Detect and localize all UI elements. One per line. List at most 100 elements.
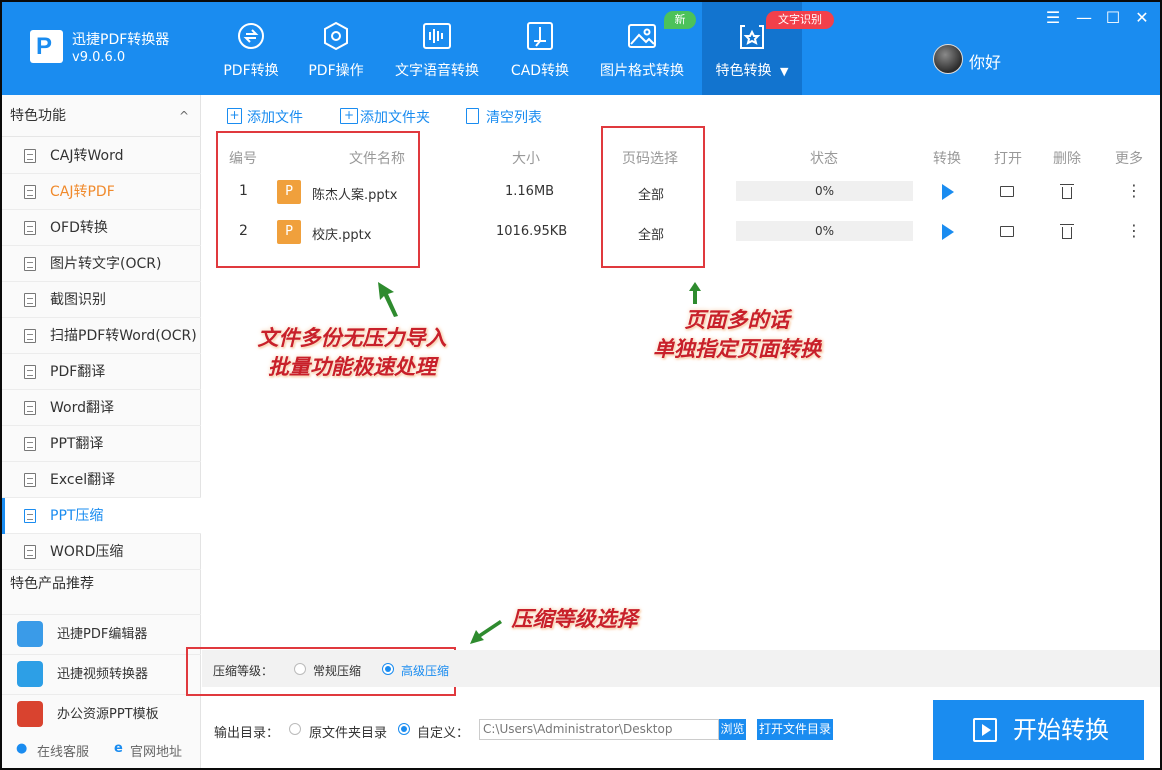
normal-compress-label[interactable]: 常规压缩 [313,662,361,679]
progress-bar: 0% [736,221,913,241]
excel-translate-icon [24,473,36,487]
ppt-compress-icon [24,509,36,523]
col-open: 打开 [994,151,1022,167]
delete-icon[interactable] [1060,224,1074,239]
header-bar: P 迅捷PDF转换器 v9.0.6.0 PDF转换 PDF操作 文字语音转换 C… [2,2,1160,95]
radio-normal-compress[interactable] [294,663,306,675]
maximize-button[interactable]: ☐ [1102,8,1124,27]
ie-icon: e [114,741,123,756]
pdf-convert-icon [238,23,264,49]
sidebar-item-word-translate[interactable]: Word翻译 [2,390,201,426]
chevron-down-icon: ▼ [779,65,789,78]
browse-button[interactable]: 浏览 [719,719,746,740]
word-doc-icon [24,149,36,163]
online-service-link[interactable]: 在线客服 [37,741,89,760]
app-window: P 迅捷PDF转换器 v9.0.6.0 PDF转换 PDF操作 文字语音转换 C… [2,2,1160,768]
col-delete: 删除 [1053,151,1081,167]
sidebar: 特色功能 ^ CAJ转Word CAJ转PDF OFD转换 图片转文字(OCR)… [2,95,201,768]
col-status: 状态 [810,151,838,167]
annotation-arrow [470,620,502,644]
pdf-doc-icon [24,185,36,199]
sidebar-section-header[interactable]: 特色功能 ^ [2,95,201,137]
sidebar-section-title: 特色功能 [10,108,66,124]
nav-pdf-convert[interactable]: PDF转换 [207,2,295,95]
sidebar-item-screenshot-ocr[interactable]: 截图识别 [2,282,201,318]
sidebar-item-ofd[interactable]: OFD转换 [2,210,201,246]
voice-wave-icon [423,23,451,49]
menu-icon[interactable]: ☰ [1042,8,1064,27]
sidebar-item-word-compress[interactable]: WORD压缩 [2,534,201,570]
word-compress-icon [24,545,36,559]
output-path-input[interactable]: C:\Users\Administrator\Desktop [479,719,719,740]
scan-icon [24,329,36,343]
more-icon[interactable]: ⋮ [1126,223,1142,239]
col-convert: 转换 [933,151,961,167]
pdf-operate-icon [324,21,348,51]
products-title: 特色产品推荐 [10,576,94,592]
delete-icon[interactable] [1060,184,1074,199]
compress-label: 压缩等级： [213,664,274,678]
sidebar-item-ppt-translate[interactable]: PPT翻译 [2,426,201,462]
folder-open-icon[interactable] [1000,226,1014,237]
sidebar-item-ppt-compress[interactable]: PPT压缩 [2,498,201,534]
product-pdf-editor[interactable]: 迅捷PDF编辑器 [2,614,201,654]
col-more: 更多 [1115,151,1143,167]
ppt-translate-icon [24,437,36,451]
annotation-files: 文件多份无压力导入 批量功能极速处理 [257,326,447,379]
open-folder-button[interactable]: 打开文件目录 [757,719,833,740]
ofd-doc-icon [24,221,36,235]
advanced-compress-label[interactable]: 高级压缩 [401,662,449,679]
sidebar-item-scan-pdf-word[interactable]: 扫描PDF转Word(OCR) [2,318,201,354]
add-folder-button[interactable]: + 添加文件夹 [340,107,430,127]
app-logo: P [30,30,63,63]
collapse-icon[interactable]: ^ [179,95,189,137]
folder-open-icon[interactable] [1000,186,1014,197]
sidebar-item-pdf-translate[interactable]: PDF翻译 [2,354,201,390]
sidebar-item-caj-word[interactable]: CAJ转Word [2,138,201,174]
nav-label: CAD转换 [510,63,570,79]
product-ppt-templates[interactable]: 办公资源PPT模板 [2,694,201,734]
product-video-converter[interactable]: 迅捷视频转换器 [2,654,201,694]
special-convert-icon [740,25,764,49]
nav-label: PDF转换 [223,63,279,79]
play-icon[interactable] [942,184,954,200]
play-box-icon [973,718,997,742]
nav-label: 特色转换 ▼ [715,63,789,79]
sidebar-footer: ● 在线客服 e 官网地址 [2,735,201,765]
new-badge: 新 [664,11,696,29]
radio-advanced-compress[interactable] [382,663,394,675]
avatar[interactable] [933,44,963,74]
sidebar-item-caj-pdf[interactable]: CAJ转PDF [2,174,201,210]
annotation-arrow [378,282,398,317]
app-name: 迅捷PDF转换器 [72,32,170,48]
clear-list-button[interactable]: 清空列表 [466,107,542,127]
output-label: 输出目录： [214,726,280,741]
pdf-editor-app-icon [17,621,43,647]
nav-pdf-operate[interactable]: PDF操作 [295,2,377,95]
original-folder-label[interactable]: 原文件夹目录 [309,722,387,741]
close-button[interactable]: ✕ [1131,8,1153,27]
screenshot-icon [24,293,36,307]
add-file-button[interactable]: + 添加文件 [227,107,303,127]
minimize-button[interactable]: — [1073,8,1095,27]
more-icon[interactable]: ⋮ [1126,183,1142,199]
text-icon [24,257,36,271]
username[interactable]: 你好 [969,49,1001,73]
cad-icon [527,22,553,50]
add-file-icon: + [227,108,242,124]
nav-cad-convert[interactable]: CAD转换 [500,2,580,95]
ppt-template-app-icon [17,701,43,727]
custom-folder-label[interactable]: 自定义： [417,722,469,741]
video-converter-app-icon [17,661,43,687]
website-link[interactable]: 官网地址 [130,741,182,760]
play-icon[interactable] [942,224,954,240]
highlight-box-pages [601,126,705,268]
service-icon: ● [16,741,28,756]
radio-custom-folder[interactable] [398,723,410,735]
sidebar-item-excel-translate[interactable]: Excel翻译 [2,462,201,498]
progress-bar: 0% [736,181,913,201]
radio-original-folder[interactable] [289,723,301,735]
sidebar-item-image-ocr[interactable]: 图片转文字(OCR) [2,246,201,282]
nav-voice-convert[interactable]: 文字语音转换 [387,2,487,95]
start-convert-button[interactable]: 开始转换 [933,700,1144,760]
